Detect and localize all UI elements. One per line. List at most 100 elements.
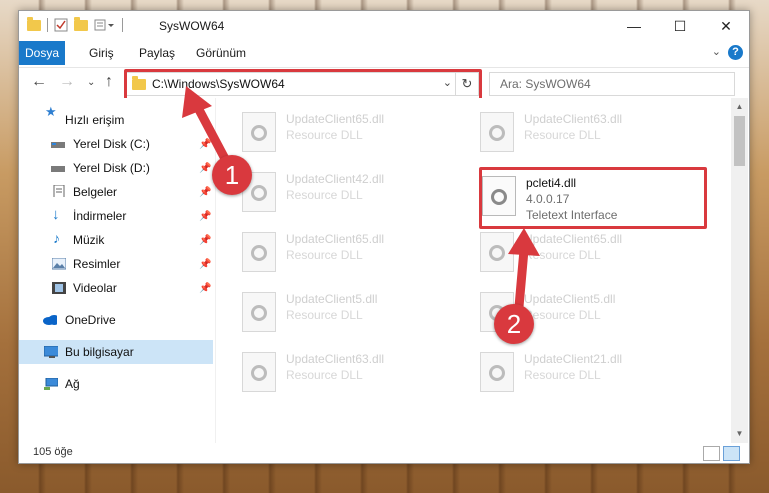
gear-icon (251, 365, 267, 381)
sidebar-item-pictures[interactable]: Resimler 📌 (19, 252, 213, 276)
file-description: Resource DLL (524, 248, 601, 262)
file-name: UpdateClient63.dll (524, 112, 623, 126)
details-view-icon[interactable] (703, 446, 720, 461)
gear-icon (489, 245, 505, 261)
customize-toolbar-icon[interactable] (94, 18, 116, 32)
sidebar-item-quick-access[interactable]: ★ Hızlı erişim (19, 104, 213, 132)
navigation-pane: ★ Hızlı erişim Yerel Disk (C:) 📌 Yerel D… (19, 98, 215, 443)
file-description: Resource DLL (286, 188, 363, 202)
list-item[interactable]: UpdateClient65.dll Resource DLL (480, 230, 690, 274)
sidebar-item-downloads[interactable]: ↓ İndirmeler 📌 (19, 204, 213, 228)
file-highlight-box (479, 167, 707, 229)
sidebar-item-videos[interactable]: Videolar 📌 (19, 276, 213, 300)
quick-access-toolbar (27, 16, 123, 32)
file-description: Resource DLL (524, 128, 601, 142)
sidebar-item-label: Yerel Disk (D:) (73, 161, 150, 175)
list-item[interactable]: UpdateClient21.dll Resource DLL (480, 350, 690, 394)
tab-home[interactable]: Giriş (79, 41, 124, 65)
sidebar-item-onedrive[interactable]: OneDrive (19, 308, 213, 332)
recent-locations-icon[interactable]: ⌄ (87, 77, 95, 88)
pin-icon[interactable]: 📌 (199, 235, 211, 246)
pin-icon[interactable]: 📌 (199, 211, 211, 222)
scroll-thumb[interactable] (734, 116, 745, 166)
search-placeholder: Ara: SysWOW64 (500, 77, 591, 91)
sidebar-item-disk-d[interactable]: Yerel Disk (D:) 📌 (19, 156, 213, 180)
list-item[interactable]: UpdateClient63.dll Resource DLL (480, 110, 690, 154)
address-highlight-box (124, 69, 482, 101)
sidebar-item-label: Belgeler (73, 185, 118, 199)
divider (47, 18, 48, 32)
dll-file-icon (480, 352, 514, 392)
gear-icon (251, 305, 267, 321)
computer-icon (44, 346, 58, 358)
tab-file[interactable]: Dosya (19, 41, 65, 65)
drive-icon (51, 142, 65, 148)
minimize-button[interactable]: — (611, 11, 657, 41)
search-input[interactable]: Ara: SysWOW64 (489, 72, 735, 96)
sidebar-item-label: Bu bilgisayar (65, 345, 134, 359)
folder-icon (27, 16, 41, 31)
pin-icon[interactable]: 📌 (199, 187, 211, 198)
file-explorer-window: SysWOW64 — ☐ ✕ Dosya Giriş Paylaş Görünü… (18, 10, 750, 464)
scroll-up-icon[interactable]: ▲ (731, 100, 748, 114)
list-item[interactable]: UpdateClient63.dll Resource DLL (242, 350, 452, 394)
pin-icon[interactable]: 📌 (199, 259, 211, 270)
title-bar: SysWOW64 — ☐ ✕ (19, 11, 749, 41)
list-item[interactable]: UpdateClient42.dll Resource DLL (242, 170, 452, 214)
new-folder-icon[interactable] (74, 16, 88, 31)
sidebar-item-label: OneDrive (65, 313, 116, 327)
pin-icon[interactable]: 📌 (199, 283, 211, 294)
maximize-button[interactable]: ☐ (657, 11, 703, 41)
videos-icon (52, 282, 66, 294)
file-name: UpdateClient65.dll (524, 232, 623, 246)
sidebar-item-label: Yerel Disk (C:) (73, 137, 150, 151)
sidebar-item-network[interactable]: Ağ (19, 372, 213, 396)
back-button[interactable]: ← (31, 73, 47, 91)
list-item[interactable]: UpdateClient5.dll Resource DLL (242, 290, 452, 334)
file-name: UpdateClient21.dll (524, 352, 623, 366)
scroll-down-icon[interactable]: ▼ (731, 427, 748, 441)
file-description: Resource DLL (286, 368, 363, 382)
file-description: Resource DLL (524, 308, 601, 322)
music-icon: ♪ (53, 230, 60, 246)
pin-icon[interactable]: 📌 (199, 163, 211, 174)
dll-file-icon (242, 352, 276, 392)
ribbon-tabs: Dosya Giriş Paylaş Görünüm ⌄ ? (19, 41, 749, 65)
list-item[interactable]: UpdateClient65.dll Resource DLL (242, 110, 452, 154)
sidebar-item-label: İndirmeler (73, 209, 127, 223)
gear-icon (251, 245, 267, 261)
window-title: SysWOW64 (159, 19, 225, 33)
sidebar-item-this-pc[interactable]: Bu bilgisayar (19, 340, 213, 364)
file-description: Resource DLL (286, 308, 363, 322)
sidebar-item-documents[interactable]: Belgeler 📌 (19, 180, 213, 204)
up-button[interactable]: ↑ (105, 73, 113, 91)
file-description: Resource DLL (286, 248, 363, 262)
dll-file-icon (242, 232, 276, 272)
forward-button[interactable]: → (59, 73, 75, 91)
expand-ribbon-icon[interactable]: ⌄ (712, 45, 721, 58)
documents-icon (53, 185, 65, 197)
dll-file-icon (480, 112, 514, 152)
divider (122, 18, 123, 32)
sidebar-item-label: Videolar (73, 281, 117, 295)
help-icon[interactable]: ? (728, 45, 743, 60)
vertical-scrollbar[interactable]: ▲ ▼ (731, 98, 748, 443)
dll-file-icon (480, 232, 514, 272)
gear-icon (489, 125, 505, 141)
download-icon: ↓ (52, 206, 60, 223)
tab-view[interactable]: Görünüm (186, 41, 256, 65)
tab-share[interactable]: Paylaş (129, 41, 185, 65)
sidebar-item-music[interactable]: ♪ Müzik 📌 (19, 228, 213, 252)
close-button[interactable]: ✕ (703, 11, 749, 41)
drive-icon (51, 166, 65, 172)
dll-file-icon (242, 292, 276, 332)
sidebar-item-disk-c[interactable]: Yerel Disk (C:) 📌 (19, 132, 213, 156)
properties-icon[interactable] (54, 18, 68, 32)
file-name: UpdateClient63.dll (286, 352, 385, 366)
star-icon: ★ (45, 104, 57, 119)
list-item[interactable]: UpdateClient65.dll Resource DLL (242, 230, 452, 274)
file-description: Resource DLL (524, 368, 601, 382)
large-icons-view-icon[interactable] (723, 446, 740, 461)
pin-icon[interactable]: 📌 (199, 139, 211, 150)
file-name: UpdateClient5.dll (286, 292, 378, 306)
